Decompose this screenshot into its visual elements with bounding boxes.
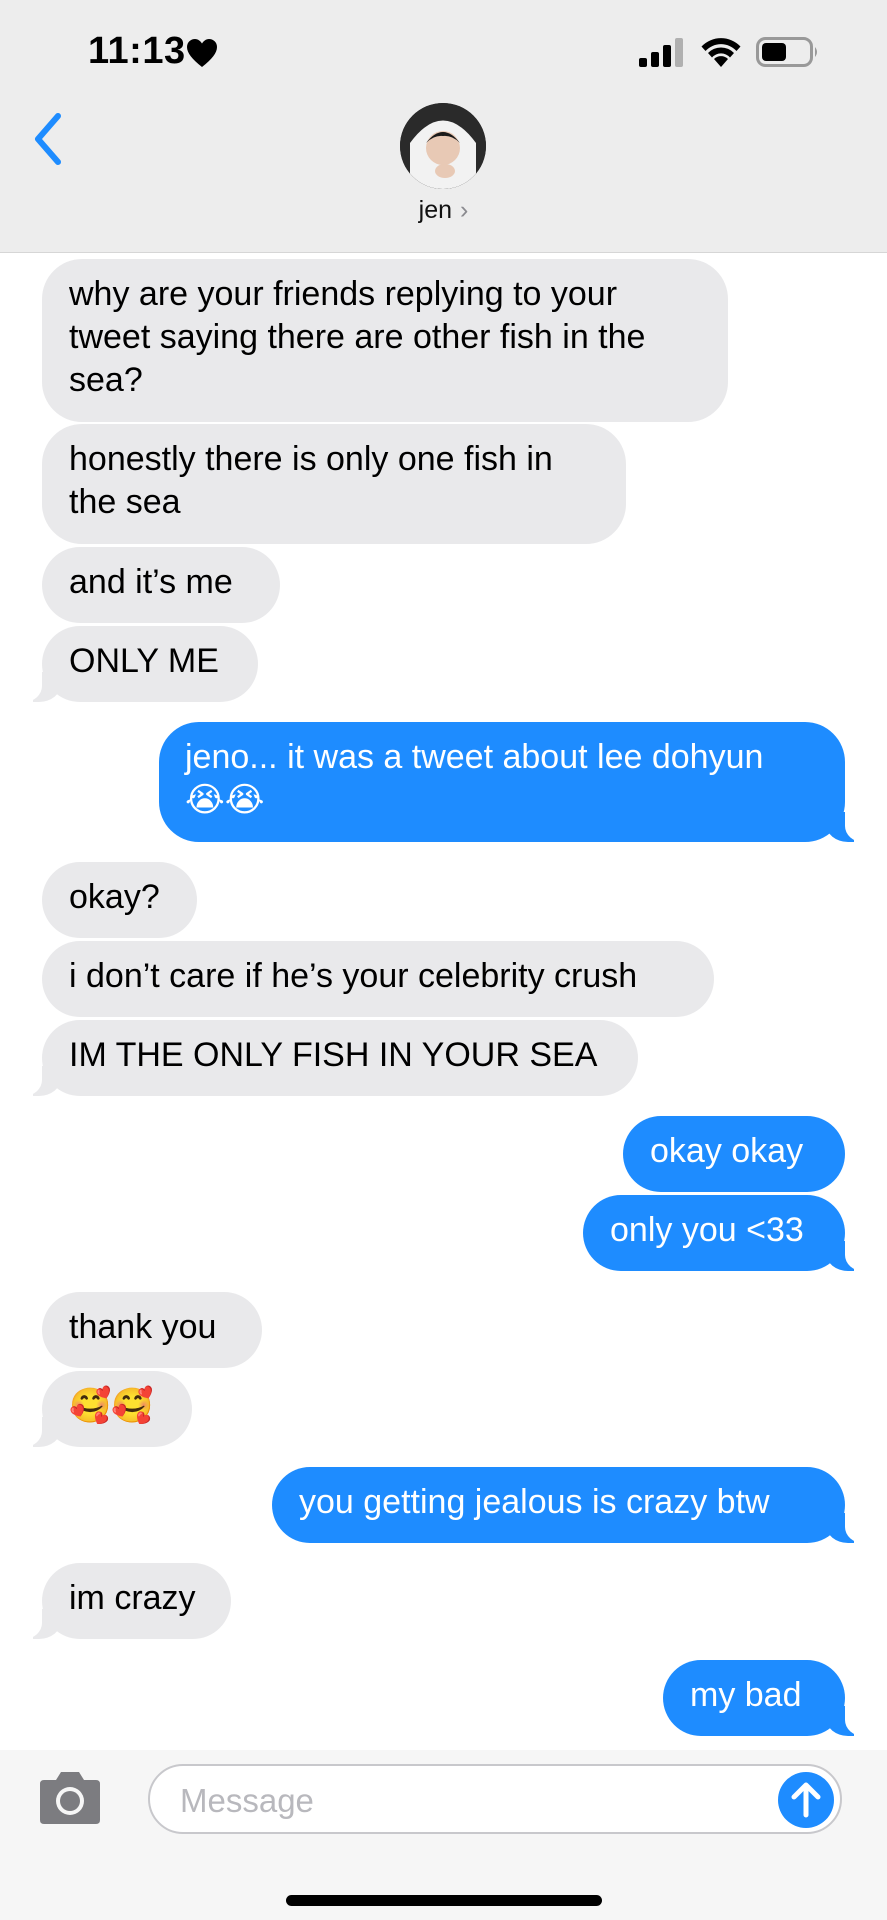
camera-icon[interactable]: [36, 1770, 104, 1826]
message-bubble-received[interactable]: okay?: [42, 862, 197, 938]
battery-icon: [756, 37, 817, 67]
avatar-photo: [400, 103, 486, 189]
message-text: im crazy: [69, 1579, 196, 1617]
message-bubble-received[interactable]: 🥰🥰: [12, 1371, 192, 1447]
send-button[interactable]: [778, 1772, 834, 1828]
status-time: 11:13: [88, 30, 186, 72]
message-text: i don’t care if he’s your celebrity crus…: [69, 957, 638, 995]
message-input[interactable]: [178, 1776, 742, 1826]
message-text: only you <33: [610, 1211, 804, 1249]
message-bubble-sent[interactable]: my bad: [663, 1660, 875, 1736]
message-text: jeno... it was a tweet about lee dohyun …: [185, 738, 764, 819]
message-text: and it’s me: [69, 563, 233, 601]
message-text: ONLY ME: [69, 642, 219, 680]
message-text: okay?: [69, 878, 160, 916]
message-text: 🥰🥰: [69, 1386, 154, 1426]
arrow-up-icon: [791, 1782, 821, 1818]
contact-name-button[interactable]: jen ›: [0, 196, 887, 225]
message-bubble-received[interactable]: thank you: [42, 1292, 262, 1368]
avatar[interactable]: [400, 103, 486, 189]
signal-icon: [639, 38, 683, 67]
message-bubble-received[interactable]: im crazy: [12, 1563, 231, 1639]
message-bubble-received[interactable]: IM THE ONLY FISH IN YOUR SEA: [12, 1020, 638, 1096]
message-text: okay okay: [650, 1132, 804, 1170]
contact-name: jen: [418, 196, 453, 224]
message-text: my bad: [690, 1676, 802, 1714]
message-text: you getting jealous is crazy btw: [299, 1483, 770, 1521]
message-bubble-sent[interactable]: only you <33: [583, 1195, 875, 1271]
message-bubble-sent[interactable]: you getting jealous is crazy btw: [272, 1467, 875, 1543]
compose-bar: [0, 1750, 887, 1920]
message-bubble-received[interactable]: and it’s me: [42, 547, 280, 623]
message-text: honestly there is only one fish in the s…: [69, 440, 553, 521]
message-bubble-received[interactable]: i don’t care if he’s your celebrity crus…: [42, 941, 714, 1017]
message-bubble-received[interactable]: ONLY ME: [12, 626, 258, 702]
message-text: why are your friends replying to your tw…: [69, 275, 646, 399]
message-input-field[interactable]: [148, 1764, 842, 1834]
home-indicator[interactable]: [286, 1895, 602, 1906]
heart-icon: [187, 39, 217, 67]
message-text: IM THE ONLY FISH IN YOUR SEA: [69, 1036, 598, 1074]
message-bubble-sent[interactable]: okay okay: [623, 1116, 845, 1192]
wifi-icon: [701, 38, 741, 67]
message-bubble-sent[interactable]: jeno... it was a tweet about lee dohyun …: [159, 722, 875, 842]
message-bubble-received[interactable]: honestly there is only one fish in the s…: [42, 424, 626, 544]
chevron-right-icon: ›: [460, 196, 469, 224]
message-bubble-received[interactable]: why are your friends replying to your tw…: [42, 259, 728, 422]
message-text: thank you: [69, 1308, 217, 1346]
conversation-header: 11:13 jen ›: [0, 0, 887, 253]
back-chevron-icon[interactable]: [28, 108, 72, 170]
